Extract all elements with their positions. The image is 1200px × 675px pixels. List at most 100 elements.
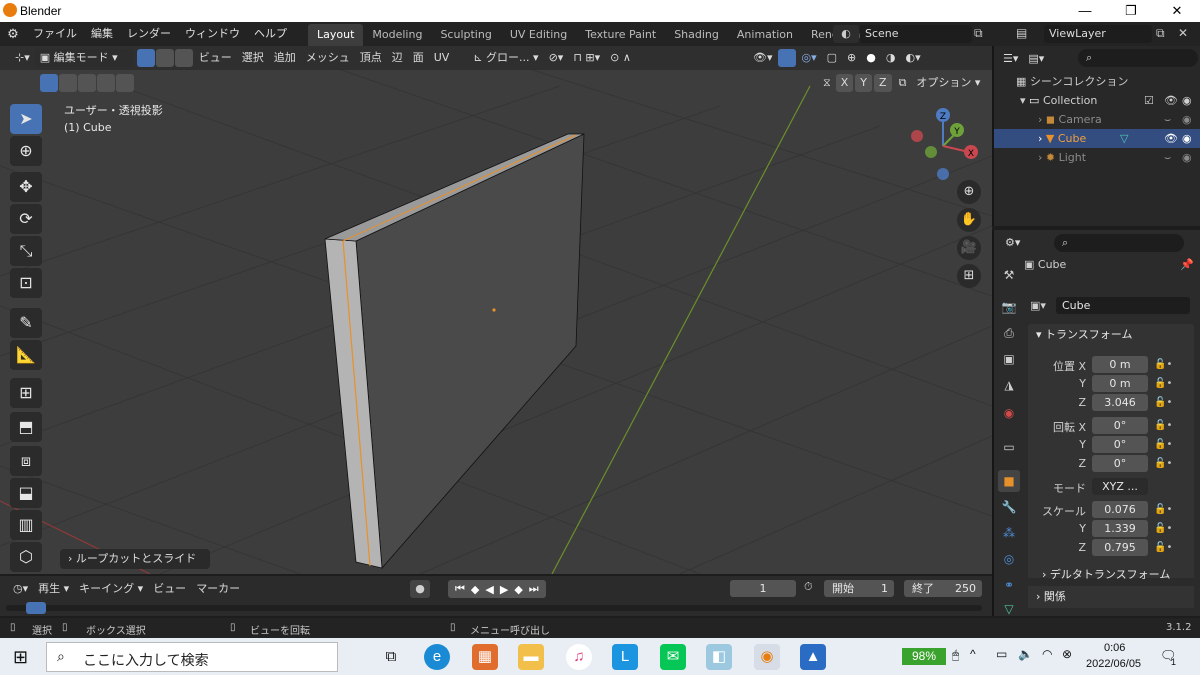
clock-icon[interactable]: ⏱ — [804, 580, 813, 594]
l-app-icon[interactable]: L — [612, 644, 638, 670]
sticky-app-icon[interactable]: ◧ — [706, 644, 732, 670]
xray-icon[interactable]: ▢ — [822, 49, 842, 67]
menu-render[interactable]: レンダー — [120, 22, 178, 46]
select-tool-button[interactable]: ➤ — [10, 104, 42, 134]
pivot-point-icon[interactable]: ⊘▾ — [544, 49, 569, 67]
annotate-tool-button[interactable]: ✎ — [10, 308, 42, 338]
view-layer-copy-icon[interactable]: ⧉ — [1156, 26, 1172, 42]
jump-start-icon[interactable]: ⏮ — [452, 582, 468, 596]
bevel-tool-button[interactable]: ⬓ — [10, 478, 42, 508]
battery-badge[interactable]: 98% — [902, 648, 946, 665]
camera-render-icon[interactable]: ◉ — [1182, 148, 1192, 167]
gizmo-toggle-icon[interactable] — [777, 49, 796, 67]
datablock-type-icon[interactable]: ▣▾ — [1030, 299, 1056, 312]
scene-selector-icon[interactable]: ◐ — [833, 25, 859, 43]
play-reverse-icon[interactable]: ◀ — [482, 583, 496, 596]
clock-time[interactable]: 0:06 — [1104, 642, 1125, 654]
menu-edge[interactable]: 辺 — [387, 49, 408, 67]
select-intersect-icon[interactable] — [116, 74, 134, 92]
camera-row[interactable]: › ◼ Camera ⌣ ◉ — [994, 110, 1200, 129]
loop-cut-tool-button[interactable]: ▥ — [10, 510, 42, 540]
eye-closed-icon[interactable]: ⌣ — [1164, 110, 1171, 129]
camera-view-icon[interactable]: 🎥 — [957, 236, 981, 260]
timeline-scrubber[interactable] — [6, 605, 982, 611]
transform-tool-button[interactable]: ⊡ — [10, 268, 42, 298]
camera-render-icon[interactable]: ◉ — [1182, 129, 1192, 148]
menu-edit[interactable]: 編集 — [84, 22, 120, 46]
menu-view[interactable]: ビュー — [194, 49, 237, 67]
menu-window[interactable]: ウィンドウ — [178, 22, 247, 46]
windows-start-icon[interactable]: ⊞ — [13, 647, 28, 668]
inset-tool-button[interactable]: ⧈ — [10, 446, 42, 476]
eye-icon[interactable]: 👁 — [1164, 129, 1178, 148]
data-tab-icon[interactable]: ▽ — [998, 598, 1020, 620]
mesh-data-icon[interactable]: ▽ — [1120, 129, 1128, 148]
menu-add[interactable]: 追加 — [269, 49, 301, 67]
tab-modeling[interactable]: Modeling — [363, 24, 431, 46]
edge-browser-icon[interactable]: e — [424, 644, 450, 670]
world-tab-icon[interactable]: ◉ — [998, 402, 1020, 424]
view-layer-icon[interactable]: ▤ — [1016, 26, 1040, 42]
vertex-select-icon[interactable] — [136, 49, 155, 67]
lock-icon[interactable]: 🔓• — [1154, 397, 1172, 408]
mirror-z-toggle[interactable]: Z — [874, 74, 892, 92]
start-frame-field[interactable]: 開始 1 — [824, 580, 894, 597]
editor-type-icon[interactable]: ⊹▾ — [10, 49, 35, 67]
knife-tool-button[interactable]: ⬡ — [10, 542, 42, 572]
add-cube-tool-button[interactable]: ⊞ — [10, 378, 42, 408]
rotation-mode-dropdown[interactable]: XYZ ... — [1092, 478, 1148, 495]
transform-panel-header[interactable]: ▾ トランスフォーム — [1028, 324, 1194, 346]
blender-menu-icon[interactable]: ⚙ — [0, 27, 26, 42]
cube-row[interactable]: › ▼ Cube ▽ 👁 ◉ — [994, 129, 1200, 148]
lock-icon[interactable]: 🔓• — [1154, 359, 1172, 370]
tab-animation[interactable]: Animation — [728, 24, 802, 46]
properties-type-icon[interactable]: ⚙▾ — [1000, 234, 1025, 252]
menu-file[interactable]: ファイル — [26, 22, 84, 46]
physics-tab-icon[interactable]: ◎ — [998, 548, 1020, 570]
camera-render-icon[interactable]: ◉ — [1182, 91, 1192, 110]
constraints-tab-icon[interactable]: ⚭ — [998, 574, 1020, 596]
select-new-icon[interactable] — [40, 74, 58, 92]
jump-end-icon[interactable]: ⏭ — [526, 582, 542, 596]
lock-icon[interactable]: 🔓• — [1154, 523, 1172, 534]
collection-row[interactable]: ▾ ▭ Collection ☑ 👁 ◉ — [994, 91, 1200, 110]
menu-mesh[interactable]: メッシュ — [301, 49, 355, 67]
navigation-gizmo[interactable]: Z Y X — [905, 106, 985, 180]
pin-icon[interactable]: 📌 — [1180, 256, 1194, 274]
properties-search-input[interactable]: ⌕ — [1054, 234, 1184, 252]
last-operation-panel[interactable]: › ループカットとスライド — [60, 549, 210, 569]
menu-uv[interactable]: UV — [429, 49, 455, 67]
location-y-field[interactable]: 0 m — [1092, 375, 1148, 392]
lock-icon[interactable]: 🔓• — [1154, 439, 1172, 450]
no-network-icon[interactable]: ⊗ — [1062, 647, 1072, 661]
relations-header[interactable]: › 関係 — [1028, 586, 1194, 608]
mouse-tray-icon[interactable]: 🖱 — [952, 648, 959, 663]
particles-tab-icon[interactable]: ⁂ — [998, 522, 1020, 544]
mesh-options-icon[interactable]: ⧉ — [894, 74, 912, 92]
lock-icon[interactable]: 🔓• — [1154, 542, 1172, 553]
3d-viewport[interactable]: ⊹▾ ▣ 編集モード ▾ ビュー 選択 追加 メッシュ 頂点 辺 面 UV ⊾ … — [0, 46, 992, 574]
file-explorer-icon[interactable]: ▬ — [518, 644, 544, 670]
eye-closed-icon[interactable]: ⌣ — [1164, 148, 1171, 167]
output-tab-icon[interactable]: ⎙ — [998, 322, 1020, 344]
collection-tab-icon[interactable]: ▭ — [998, 436, 1020, 458]
options-dropdown[interactable]: オプション ▾ — [911, 74, 985, 92]
lock-icon[interactable]: 🔓• — [1154, 378, 1172, 389]
timeline-type-icon[interactable]: ◷▾ — [8, 580, 33, 598]
select-extend-icon[interactable] — [59, 74, 77, 92]
scene-collection-row[interactable]: ▦ シーンコレクション — [994, 72, 1200, 91]
menu-help[interactable]: ヘルプ — [247, 22, 294, 46]
extrude-tool-button[interactable]: ⬒ — [10, 412, 42, 442]
tool-tab-icon[interactable]: ⚒ — [998, 264, 1020, 286]
render-tab-icon[interactable]: 📷 — [998, 296, 1020, 318]
menu-timeline-view[interactable]: ビュー — [148, 580, 191, 598]
menu-select[interactable]: 選択 — [237, 49, 269, 67]
shading-rendered-icon[interactable]: ◐▾ — [900, 49, 925, 67]
lock-icon[interactable]: 🔓• — [1154, 420, 1172, 431]
cursor-tool-button[interactable]: ⊕ — [10, 136, 42, 166]
face-select-icon[interactable] — [174, 49, 193, 67]
tab-texture-paint[interactable]: Texture Paint — [576, 24, 665, 46]
camera-render-icon[interactable]: ◉ — [1182, 110, 1192, 129]
chevron-up-icon[interactable]: ^ — [970, 647, 976, 661]
rotation-x-field[interactable]: 0° — [1092, 417, 1148, 434]
